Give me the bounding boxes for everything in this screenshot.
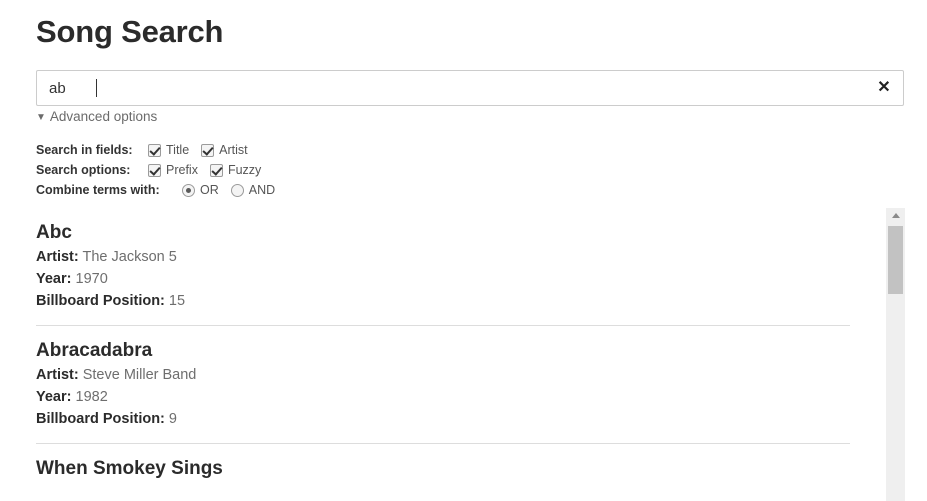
radio-and-input[interactable] xyxy=(230,183,244,197)
chevron-down-icon: ▼ xyxy=(36,112,46,123)
result-year: Year: 1970 xyxy=(36,268,850,290)
search-results-list: Abc Artist: The Jackson 5 Year: 1970 Bil… xyxy=(0,208,886,482)
search-results-viewport: Abc Artist: The Jackson 5 Year: 1970 Bil… xyxy=(0,208,927,501)
radio-or-label: OR xyxy=(200,183,219,197)
result-year: Year: 1982 xyxy=(36,386,850,408)
radio-or-input[interactable] xyxy=(182,183,195,197)
checkbox-prefix[interactable]: Prefix xyxy=(148,163,198,177)
position-label: Billboard Position: xyxy=(36,293,165,309)
clear-search-button[interactable]: ✕ xyxy=(874,70,894,106)
radio-or[interactable]: OR xyxy=(182,183,219,197)
position-label: Billboard Position: xyxy=(36,411,165,427)
checkbox-prefix-label: Prefix xyxy=(166,163,198,177)
result-title: When Smokey Sings xyxy=(36,458,223,479)
checkbox-artist[interactable]: Artist xyxy=(201,143,248,157)
search-options-row: Search options: Prefix Fuzzy xyxy=(36,160,536,180)
results-scrollbar[interactable] xyxy=(886,208,905,501)
artist-label: Artist: xyxy=(36,367,79,383)
checkbox-fuzzy[interactable]: Fuzzy xyxy=(209,163,262,177)
list-item[interactable]: When Smokey Sings xyxy=(0,444,886,482)
result-artist: Artist: Steve Miller Band xyxy=(36,364,850,386)
list-item[interactable]: Abracadabra Artist: Steve Miller Band Ye… xyxy=(0,326,886,430)
result-position: Billboard Position: 9 xyxy=(36,408,850,430)
advanced-options-panel: Search in fields: Title Artist Search op… xyxy=(36,140,536,200)
checkbox-artist-input[interactable] xyxy=(201,143,215,157)
result-title: Abc xyxy=(36,222,72,243)
result-artist: Artist: The Jackson 5 xyxy=(36,246,850,268)
search-in-fields-row: Search in fields: Title Artist xyxy=(36,140,536,160)
advanced-options-toggle[interactable]: ▼ Advanced options xyxy=(36,109,157,124)
year-value: 1970 xyxy=(75,271,108,287)
advanced-options-label: Advanced options xyxy=(49,109,158,124)
search-field-wrapper: ✕ xyxy=(36,70,904,106)
result-title: Abracadabra xyxy=(36,340,153,361)
position-value: 9 xyxy=(168,411,177,427)
year-value: 1982 xyxy=(75,389,108,405)
page-title: Song Search xyxy=(36,14,224,49)
combine-terms-label: Combine terms with: xyxy=(36,183,160,197)
year-label: Year: xyxy=(36,389,72,405)
combine-terms-row: Combine terms with: OR AND xyxy=(36,180,536,200)
list-item[interactable]: Abc Artist: The Jackson 5 Year: 1970 Bil… xyxy=(0,208,886,312)
checkbox-prefix-input[interactable] xyxy=(148,163,161,177)
scrollbar-thumb[interactable] xyxy=(888,226,903,294)
artist-label: Artist: xyxy=(36,249,79,265)
triangle-up-icon xyxy=(891,213,900,218)
year-label: Year: xyxy=(36,271,72,287)
search-in-fields-label: Search in fields: xyxy=(36,143,133,157)
checkbox-fuzzy-input[interactable] xyxy=(209,163,223,177)
checkbox-title[interactable]: Title xyxy=(148,143,189,157)
artist-value: Steve Miller Band xyxy=(82,367,197,383)
search-input[interactable] xyxy=(36,70,904,106)
checkbox-title-label: Title xyxy=(166,143,190,157)
artist-value: The Jackson 5 xyxy=(82,249,177,265)
position-value: 15 xyxy=(168,293,186,309)
text-cursor xyxy=(96,79,97,97)
song-search-page: Song Search ✕ ▼Advanced options Search i… xyxy=(0,0,927,501)
checkbox-title-input[interactable] xyxy=(148,143,161,157)
result-position: Billboard Position: 15 xyxy=(36,290,850,312)
search-options-label: Search options: xyxy=(36,163,131,177)
checkbox-artist-label: Artist xyxy=(219,143,248,157)
checkbox-fuzzy-label: Fuzzy xyxy=(227,163,262,177)
scroll-up-button[interactable] xyxy=(886,208,905,223)
radio-and[interactable]: AND xyxy=(230,183,276,197)
radio-and-label: AND xyxy=(248,183,276,197)
